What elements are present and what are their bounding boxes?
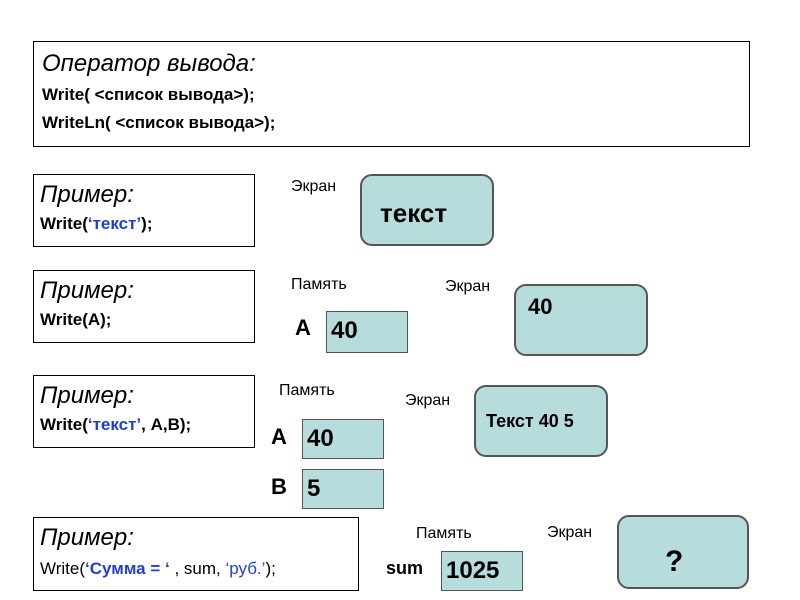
example-3-code: Write(‘текст’, A,B); bbox=[40, 415, 192, 434]
example-4-memory-cell: 1025 bbox=[441, 551, 523, 591]
example-2-title: Пример: bbox=[40, 277, 134, 304]
example-3-memory-cell-a: 40 bbox=[302, 419, 384, 459]
example-1-screen-label: Экран bbox=[291, 178, 337, 195]
example-2-box: Пример: Write(A); bbox=[33, 270, 255, 343]
example-3-var-a-name: A bbox=[271, 424, 287, 449]
operator-title: Оператор вывода: bbox=[42, 50, 256, 77]
example-1-title: Пример: bbox=[40, 181, 134, 208]
example-4-title: Пример: bbox=[40, 524, 134, 551]
example-4-var-name: sum bbox=[386, 558, 424, 578]
example-4-box: Пример: Write(‘Сумма = ‘ , sum, ‘руб.’); bbox=[33, 517, 359, 591]
example-3-box: Пример: Write(‘текст’, A,B); bbox=[33, 375, 255, 448]
example-2-var-name: A bbox=[295, 315, 311, 340]
example-1-box: Пример: Write(‘текст’); bbox=[33, 174, 255, 247]
example-2-memory-cell: 40 bbox=[326, 311, 408, 353]
operator-line-write: Write( <список вывода>); bbox=[42, 85, 255, 104]
example-3-title: Пример: bbox=[40, 382, 134, 409]
example-2-memory-value: 40 bbox=[331, 317, 358, 344]
example-4-screen: ? bbox=[617, 515, 749, 589]
example-2-screen-text: 40 bbox=[528, 294, 553, 319]
example-3-memory-cell-b: 5 bbox=[302, 469, 384, 509]
example-1-screen: текст bbox=[360, 174, 494, 246]
example-4-screen-text: ? bbox=[665, 545, 684, 578]
example-4-screen-label: Экран bbox=[547, 524, 593, 541]
example-3-screen-label: Экран bbox=[405, 392, 451, 409]
example-3-memory-label: Память bbox=[279, 382, 335, 399]
example-3-screen-text: Текст 40 5 bbox=[486, 411, 574, 431]
example-2-screen: 40 bbox=[514, 284, 648, 356]
example-2-screen-label: Экран bbox=[445, 278, 491, 295]
example-3-var-b-name: B bbox=[271, 474, 287, 499]
example-3-memory-a-value: 40 bbox=[307, 425, 334, 452]
example-2-code: Write(A); bbox=[40, 310, 112, 329]
operator-box: Оператор вывода: Write( <список вывода>)… bbox=[33, 41, 750, 147]
example-1-screen-text: текст bbox=[380, 198, 448, 228]
example-3-memory-b-value: 5 bbox=[307, 475, 321, 502]
operator-line-writeln: WriteLn( <список вывода>); bbox=[42, 113, 276, 132]
example-3-screen: Текст 40 5 bbox=[474, 385, 608, 457]
example-4-code: Write(‘Сумма = ‘ , sum, ‘руб.’); bbox=[40, 559, 276, 578]
example-4-memory-value: 1025 bbox=[446, 557, 500, 584]
example-1-code: Write(‘текст’); bbox=[40, 214, 153, 233]
example-4-memory-label: Память bbox=[416, 525, 472, 542]
example-2-memory-label: Память bbox=[291, 276, 347, 293]
